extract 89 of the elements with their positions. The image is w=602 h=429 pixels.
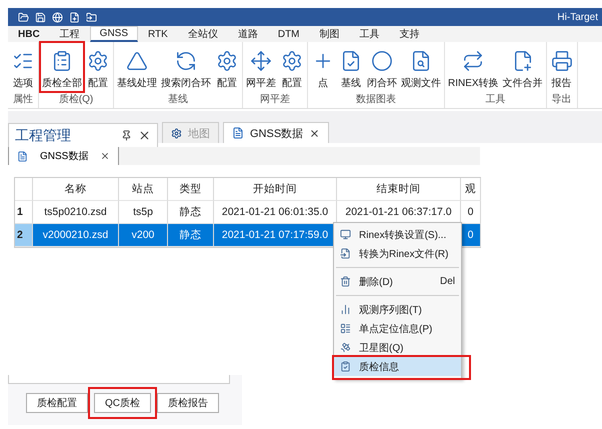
close-icon[interactable] xyxy=(100,151,110,161)
ribbon-tab[interactable]: 工程 xyxy=(50,26,90,42)
qc-button[interactable]: 质检报告 xyxy=(157,393,219,413)
menu-item[interactable]: 卫星图(Q) xyxy=(334,338,461,357)
ribbon-button[interactable]: 质检全部 xyxy=(40,42,84,92)
table-cell: v2000210.zsd xyxy=(33,224,119,247)
gear-icon xyxy=(280,49,304,73)
refresh-icon xyxy=(174,49,198,73)
ribbon-button[interactable]: 配置 xyxy=(278,42,306,92)
table-cell: 2021-01-21 06:01:35.0 xyxy=(214,201,337,224)
printer-icon xyxy=(550,49,574,73)
layout-icon xyxy=(340,323,351,334)
close-icon[interactable] xyxy=(138,129,151,142)
row-number[interactable]: 2 xyxy=(15,224,33,247)
clipboard-icon xyxy=(340,361,351,372)
group-label: 数据图表 xyxy=(355,92,397,107)
document-icon xyxy=(17,150,28,162)
column-header[interactable]: 类型 xyxy=(168,178,214,201)
column-header[interactable]: 站点 xyxy=(119,178,168,201)
ribbon-tab[interactable]: 全站仪 xyxy=(178,26,228,42)
group-label: 导出 xyxy=(550,92,573,107)
folder-input-icon[interactable] xyxy=(86,12,97,22)
row-number[interactable]: 1 xyxy=(15,201,33,224)
gear-icon xyxy=(86,49,110,73)
ribbon-button[interactable]: 网平差 xyxy=(244,42,278,92)
document-icon xyxy=(232,127,244,139)
ribbon-button[interactable]: 配置 xyxy=(84,42,112,92)
ribbon-button[interactable]: RINEX转换 xyxy=(446,42,501,92)
ribbon-tab[interactable]: HBC xyxy=(8,26,50,42)
ribbon-button[interactable]: 搜索闭合环 xyxy=(159,42,213,92)
ribbon-tab[interactable]: DTM xyxy=(268,26,310,42)
gear-icon xyxy=(215,49,239,73)
menu-item[interactable]: 单点定位信息(P) xyxy=(334,319,461,338)
menu-item[interactable]: Rinex转换设置(S)... xyxy=(334,225,461,244)
table-cell: ts5p0210.zsd xyxy=(33,201,119,224)
save-icon[interactable] xyxy=(35,12,46,22)
ribbon-tab[interactable]: 支持 xyxy=(390,26,430,42)
satellite-icon xyxy=(340,342,351,353)
document-tab[interactable]: GNSS数据 xyxy=(223,122,330,143)
trash-icon xyxy=(340,276,351,287)
ribbon-tab[interactable]: RTK xyxy=(138,26,178,42)
pin-icon[interactable] xyxy=(121,130,132,141)
ribbon-button[interactable]: 基线处理 xyxy=(115,42,159,92)
ribbon-button[interactable]: 观测文件 xyxy=(399,42,443,92)
monitor-icon xyxy=(340,229,351,240)
table-cell: 静态 xyxy=(168,224,214,247)
ribbon-tab[interactable]: 制图 xyxy=(310,26,350,42)
folder-icon[interactable] xyxy=(18,12,29,22)
column-header[interactable]: 结束时间 xyxy=(337,178,461,201)
move-icon xyxy=(249,49,273,73)
ribbon-button[interactable]: 闭合环 xyxy=(365,42,399,92)
triangle-icon xyxy=(125,49,149,73)
ribbon-button[interactable]: 文件合并 xyxy=(500,42,545,92)
ribbon-button[interactable]: 配置 xyxy=(213,42,241,92)
group-label: 属性 xyxy=(12,92,34,107)
group-label: 质检(Q) xyxy=(58,92,94,107)
close-icon[interactable] xyxy=(309,128,320,138)
ribbon-tab[interactable]: 工具 xyxy=(350,26,390,42)
column-header[interactable]: 名称 xyxy=(33,178,119,201)
table-cell: 0 xyxy=(461,201,481,224)
window-title: Hi-Target xyxy=(557,12,598,22)
menu-item[interactable]: 删除(D) Del xyxy=(334,272,461,291)
bar-chart-icon xyxy=(340,304,351,315)
ribbon-button[interactable]: 报告 xyxy=(548,42,576,92)
table-cell: v200 xyxy=(119,224,168,247)
circle-icon xyxy=(370,49,394,73)
group-label: 工具 xyxy=(484,93,506,107)
table-cell: ts5p xyxy=(119,201,168,224)
group-label: 基线 xyxy=(167,92,189,107)
panel-title: 工程管理 xyxy=(15,126,71,144)
ribbon-button[interactable]: 基线 xyxy=(337,42,365,92)
ribbon-tab[interactable]: GNSS xyxy=(90,26,138,42)
qc-button[interactable]: 质检配置 xyxy=(26,393,88,413)
menu-item[interactable]: 观测序列图(T) xyxy=(334,300,461,319)
group-label: 网平差 xyxy=(259,93,291,107)
file-input-icon xyxy=(340,248,351,259)
gear-icon xyxy=(171,128,182,138)
table-cell: 0 xyxy=(461,224,481,247)
column-header[interactable]: 开始时间 xyxy=(214,178,337,201)
globe-icon[interactable] xyxy=(52,12,63,22)
ribbon-button[interactable]: 点 xyxy=(309,42,337,92)
ribbon-tab[interactable]: 道路 xyxy=(228,26,268,42)
file-plus-icon[interactable] xyxy=(69,12,80,22)
column-header[interactable]: 观 xyxy=(461,178,481,201)
document-tab[interactable]: GNSS数据 xyxy=(8,147,120,165)
menu-item[interactable]: 质检信息 xyxy=(334,357,461,376)
menu-item[interactable]: 转换为Rinex文件(R) xyxy=(334,244,461,263)
table-cell: 静态 xyxy=(168,201,214,224)
ribbon-button[interactable]: 选项 xyxy=(9,42,37,92)
